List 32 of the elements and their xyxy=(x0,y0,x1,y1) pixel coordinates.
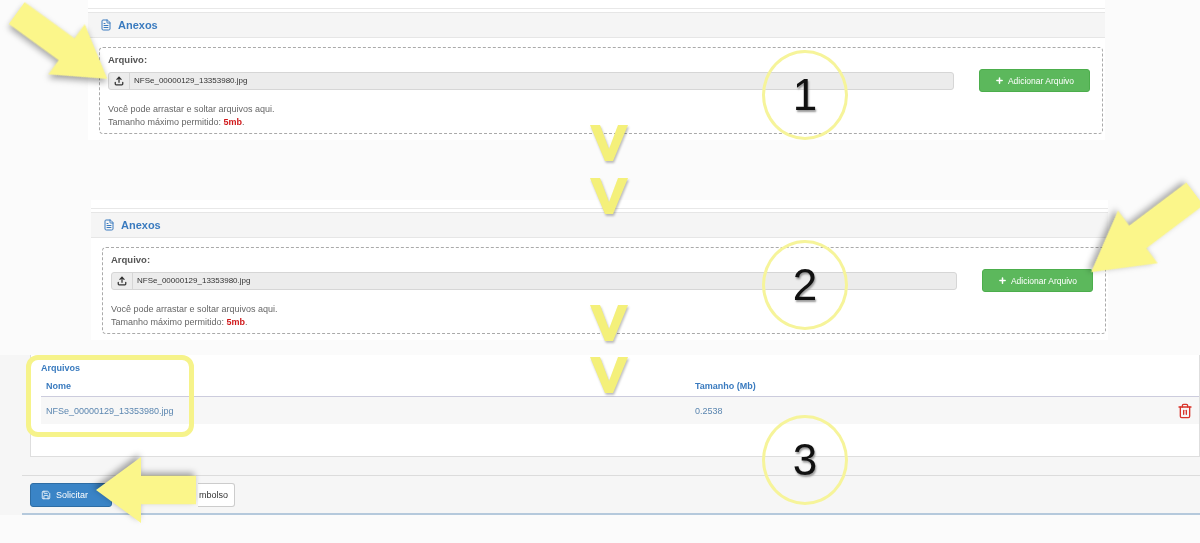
section-title: Anexos xyxy=(118,19,158,31)
column-header: Nome xyxy=(46,381,71,391)
plus-icon xyxy=(994,76,1004,85)
size-limit: Tamanho máximo permitido: 5mb. xyxy=(108,117,245,127)
upload-icon xyxy=(117,275,127,286)
file-name: NFSe_00000129_13353980.jpg xyxy=(133,76,248,85)
down-chevron-mark xyxy=(590,178,628,214)
step-number: 3 xyxy=(762,415,848,505)
card-title: Arquivos xyxy=(41,363,80,373)
delete-icon[interactable] xyxy=(1177,402,1193,419)
drag-hint: Você pode arrastar e soltar arquivos aqui. xyxy=(108,104,275,114)
field-label: Arquivo: xyxy=(108,54,148,65)
size-limit: Tamanho máximo permitido: 5mb. xyxy=(111,317,248,327)
plus-icon xyxy=(997,276,1007,285)
file-name-cell: NFSe_00000129_13353980.jpg xyxy=(46,405,174,416)
step-number: 1 xyxy=(762,50,848,140)
secondary-button[interactable]: mbolso xyxy=(198,482,235,507)
step-number: 2 xyxy=(762,240,848,330)
field-label: Arquivo: xyxy=(111,254,151,265)
size-cell: 0.2538 xyxy=(695,405,723,416)
down-chevron-mark xyxy=(590,305,628,341)
file-icon xyxy=(100,19,112,31)
save-icon xyxy=(41,489,51,500)
section-title: Anexos xyxy=(121,219,161,231)
column-header: Tamanho (Mb) xyxy=(695,381,756,391)
file-name: NFSe_00000129_13353980.jpg xyxy=(136,276,251,285)
file-icon xyxy=(103,219,115,231)
drag-hint: Você pode arrastar e soltar arquivos aqui. xyxy=(111,304,278,314)
down-chevron-mark xyxy=(590,125,628,161)
upload-icon xyxy=(114,75,124,86)
down-chevron-mark xyxy=(590,357,628,393)
submit-button[interactable]: Solicitar xyxy=(30,482,112,507)
